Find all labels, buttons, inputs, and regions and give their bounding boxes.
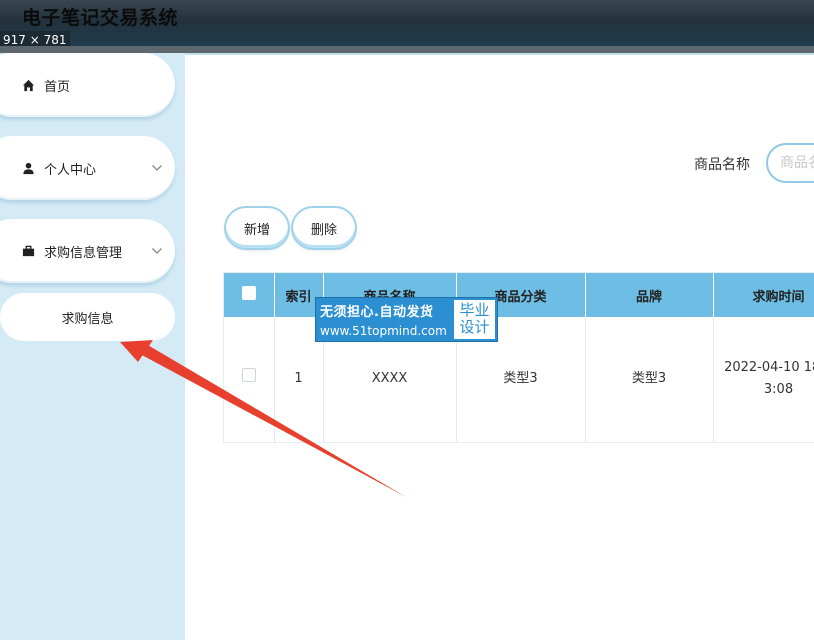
- chevron-down-icon: [151, 245, 163, 255]
- purchase-time-line1: 2022-04-10 18:1: [724, 360, 814, 376]
- watermark-badge-line1: 毕业: [459, 301, 490, 319]
- top-header-bar: 电子笔记交易系统: [0, 0, 814, 46]
- sidebar: 首页 个人中心 求购信息管理 求购信息: [0, 53, 185, 640]
- table-row[interactable]: 1 XXXX 类型3 类型3 2022-04-10 18:1 3:08: [224, 317, 814, 442]
- search-label: 商品名称: [694, 157, 750, 173]
- select-all-checkbox[interactable]: [241, 286, 256, 300]
- column-header[interactable]: 品牌: [585, 273, 714, 317]
- sidebar-subitem-purchase-info[interactable]: 求购信息: [0, 293, 175, 341]
- add-button[interactable]: 新增: [224, 206, 290, 250]
- select-all-header: [224, 273, 275, 317]
- purchase-time-line2: 3:08: [763, 382, 794, 398]
- watermark-slogan: 无须担心.自动发货: [320, 305, 434, 320]
- watermark-url: www.51topmind.com: [320, 324, 447, 338]
- sidebar-item-label: 首页: [44, 79, 71, 95]
- cell-brand: 类型3: [585, 317, 714, 442]
- user-icon: [20, 160, 36, 176]
- row-checkbox[interactable]: [241, 368, 256, 383]
- cell-purchase-time: 2022-04-10 18:1 3:08: [713, 317, 814, 442]
- sidebar-subitem-label: 求购信息: [61, 311, 114, 327]
- row-select-cell: [224, 317, 275, 442]
- sidebar-item-purchase-management[interactable]: 求购信息管理: [0, 219, 175, 283]
- watermark-badge: 毕业 设计: [452, 298, 497, 341]
- sidebar-item-home[interactable]: 首页: [0, 53, 175, 117]
- watermark-banner: 无须担心.自动发货 www.51topmind.com 毕业 设计: [315, 297, 498, 342]
- home-icon: [20, 77, 36, 93]
- chevron-down-icon: [151, 162, 163, 172]
- table-header-row: 索引 商品名称 商品分类 品牌 求购时间: [224, 273, 814, 317]
- header-divider: [0, 46, 814, 53]
- app-title: 电子笔记交易系统: [22, 7, 179, 29]
- product-name-search-input[interactable]: [766, 143, 814, 183]
- briefcase-icon: [20, 243, 36, 259]
- column-header[interactable]: 求购时间: [713, 273, 814, 317]
- delete-button[interactable]: 删除: [291, 206, 357, 250]
- sidebar-item-profile[interactable]: 个人中心: [0, 136, 175, 200]
- watermark-badge-line2: 设计: [459, 318, 490, 336]
- content-top-line: [185, 53, 814, 55]
- data-table: 索引 商品名称 商品分类 品牌 求购时间 1 XXXX 类型3 类型3 2022…: [223, 272, 814, 443]
- sidebar-item-label: 个人中心: [44, 162, 97, 178]
- sidebar-item-label: 求购信息管理: [44, 245, 123, 261]
